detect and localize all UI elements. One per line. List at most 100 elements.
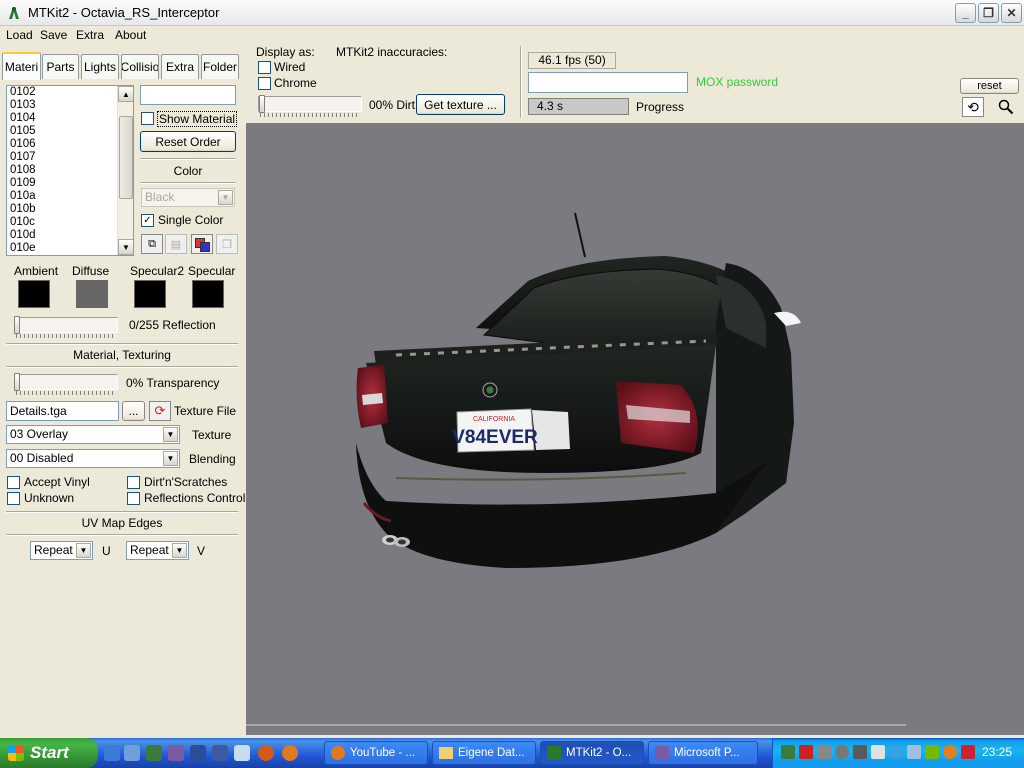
dirt-scratches-checkbox[interactable] [127,476,140,489]
chrome-icon[interactable] [258,745,274,761]
list-item[interactable]: 010e [7,242,133,255]
transparency-slider-thumb[interactable] [14,373,20,391]
uv-u-select-value: Repeat [34,543,73,557]
wired-checkbox[interactable] [258,61,271,74]
task-mtkit2[interactable]: MTKit2 - O... [540,741,644,765]
app-quicklaunch-icon[interactable] [168,745,184,761]
dirt-slider-thumb[interactable] [259,95,265,113]
reset-button[interactable]: reset [960,78,1019,94]
excel-icon[interactable] [146,745,162,761]
reload-texture-button[interactable]: ⟳ [149,401,171,421]
tray-update-icon[interactable] [943,745,957,759]
word-icon[interactable] [190,745,206,761]
reset-order-button[interactable]: Reset Order [140,131,236,152]
blending-select[interactable]: 00 Disabled ▼ [6,449,180,468]
transparency-slider[interactable] [14,374,118,390]
list-item[interactable]: 010c [7,216,133,229]
scroll-up-button[interactable]: ▲ [118,86,133,102]
chevron-down-icon: ▼ [122,242,130,252]
specular2-swatch[interactable] [134,280,166,308]
nvidia-icon[interactable] [925,745,939,759]
title-bar[interactable]: MTKit2 - Octavia_RS_Interceptor _ ❐ ✕ [0,0,1024,26]
minimize-button[interactable]: _ [955,3,976,23]
task-youtube[interactable]: YouTube - ... [324,741,428,765]
browse-button[interactable]: ... [122,401,145,421]
menu-extra[interactable]: Extra [76,28,104,42]
tab-material[interactable]: Materi [2,52,41,80]
zoom-button[interactable] [994,97,1018,117]
tray-display-icon[interactable] [907,745,921,759]
mail-icon[interactable] [212,745,228,761]
specular2-label: Specular2 [130,264,185,278]
tab-parts[interactable]: Parts [42,54,79,79]
antivirus-icon[interactable] [961,745,975,759]
tray-mail-icon[interactable] [853,745,867,759]
start-button[interactable]: Start [0,738,98,768]
unknown-checkbox[interactable] [7,492,20,505]
list-item[interactable]: 0104 [7,112,133,125]
close-button[interactable]: ✕ [1001,3,1022,23]
firefox-icon[interactable] [282,745,298,761]
list-item[interactable]: 010b [7,203,133,216]
refresh-button[interactable]: ⟲ [962,97,984,117]
diffuse-swatch[interactable] [76,280,108,308]
scroll-down-button[interactable]: ▼ [118,239,133,255]
texture-file-input[interactable]: Details.tga [6,401,119,421]
chrome-checkbox[interactable] [258,77,271,90]
list-item[interactable]: 0103 [7,99,133,112]
volume-icon[interactable] [871,745,885,759]
ie-icon[interactable] [104,745,120,761]
tray-app-icon[interactable] [781,745,795,759]
restore-icon: ❐ [983,6,994,20]
list-item[interactable]: 0108 [7,164,133,177]
paste-all-button[interactable]: ❐ [216,234,238,254]
texture-select[interactable]: 03 Overlay ▼ [6,425,180,444]
network-icon[interactable] [799,745,813,759]
dirt-slider[interactable] [258,96,362,112]
list-item[interactable]: 0106 [7,138,133,151]
maximize-button[interactable]: ❐ [978,3,999,23]
list-item[interactable]: 0102 [7,86,133,99]
tab-lights[interactable]: Lights [81,54,119,79]
reflection-slider-thumb[interactable] [14,316,20,334]
list-item[interactable]: 010a [7,190,133,203]
copy-all-button[interactable] [191,234,213,254]
task-microsoft-paint[interactable]: Microsoft P... [648,741,758,765]
uv-v-select[interactable]: Repeat ▼ [126,541,189,560]
list-item[interactable]: 010d [7,229,133,242]
menu-save[interactable]: Save [40,28,67,42]
accept-vinyl-checkbox[interactable] [7,476,20,489]
tab-collision[interactable]: Collisio [121,54,159,79]
reflections-control-checkbox[interactable] [127,492,140,505]
material-search-input[interactable] [140,85,236,105]
ambient-swatch[interactable] [18,280,50,308]
list-item[interactable]: 0105 [7,125,133,138]
material-list-scrollbar[interactable]: ▲ ▼ [117,86,133,255]
list-item[interactable]: 0109 [7,177,133,190]
tray-search-icon[interactable] [889,745,903,759]
reflection-slider[interactable] [14,317,118,333]
tab-folder[interactable]: Folder [201,54,239,79]
menu-load[interactable]: Load [6,28,33,42]
3d-viewport[interactable]: CALIFORNIA V84EVER [246,123,1024,735]
material-list[interactable]: 0102 0103 0104 0105 0106 0107 0108 0109 010a 010b… [6,85,134,256]
show-material-checkbox[interactable] [141,112,154,125]
media-icon[interactable] [234,745,250,761]
license-plate: CALIFORNIA V84EVER [452,408,570,453]
mox-password-input[interactable] [528,72,688,93]
task-eigene-dateien[interactable]: Eigene Dat... [432,741,536,765]
explorer-icon[interactable] [124,745,140,761]
menu-about[interactable]: About [115,28,146,42]
single-color-checkbox[interactable]: ✓ [141,214,154,227]
uv-u-select[interactable]: Repeat ▼ [30,541,93,560]
get-texture-button[interactable]: Get texture ... [416,94,505,115]
list-item[interactable]: 0107 [7,151,133,164]
paste-button[interactable]: ▤ [165,234,187,254]
tab-extra[interactable]: Extra [161,54,199,79]
copy-button[interactable]: ⧉ [141,234,163,254]
tray-settings-icon[interactable] [835,745,849,759]
specular-swatch[interactable] [192,280,224,308]
scroll-thumb[interactable] [119,116,133,199]
uv-separator-bottom [6,534,238,536]
tray-tool-icon[interactable] [817,745,831,759]
